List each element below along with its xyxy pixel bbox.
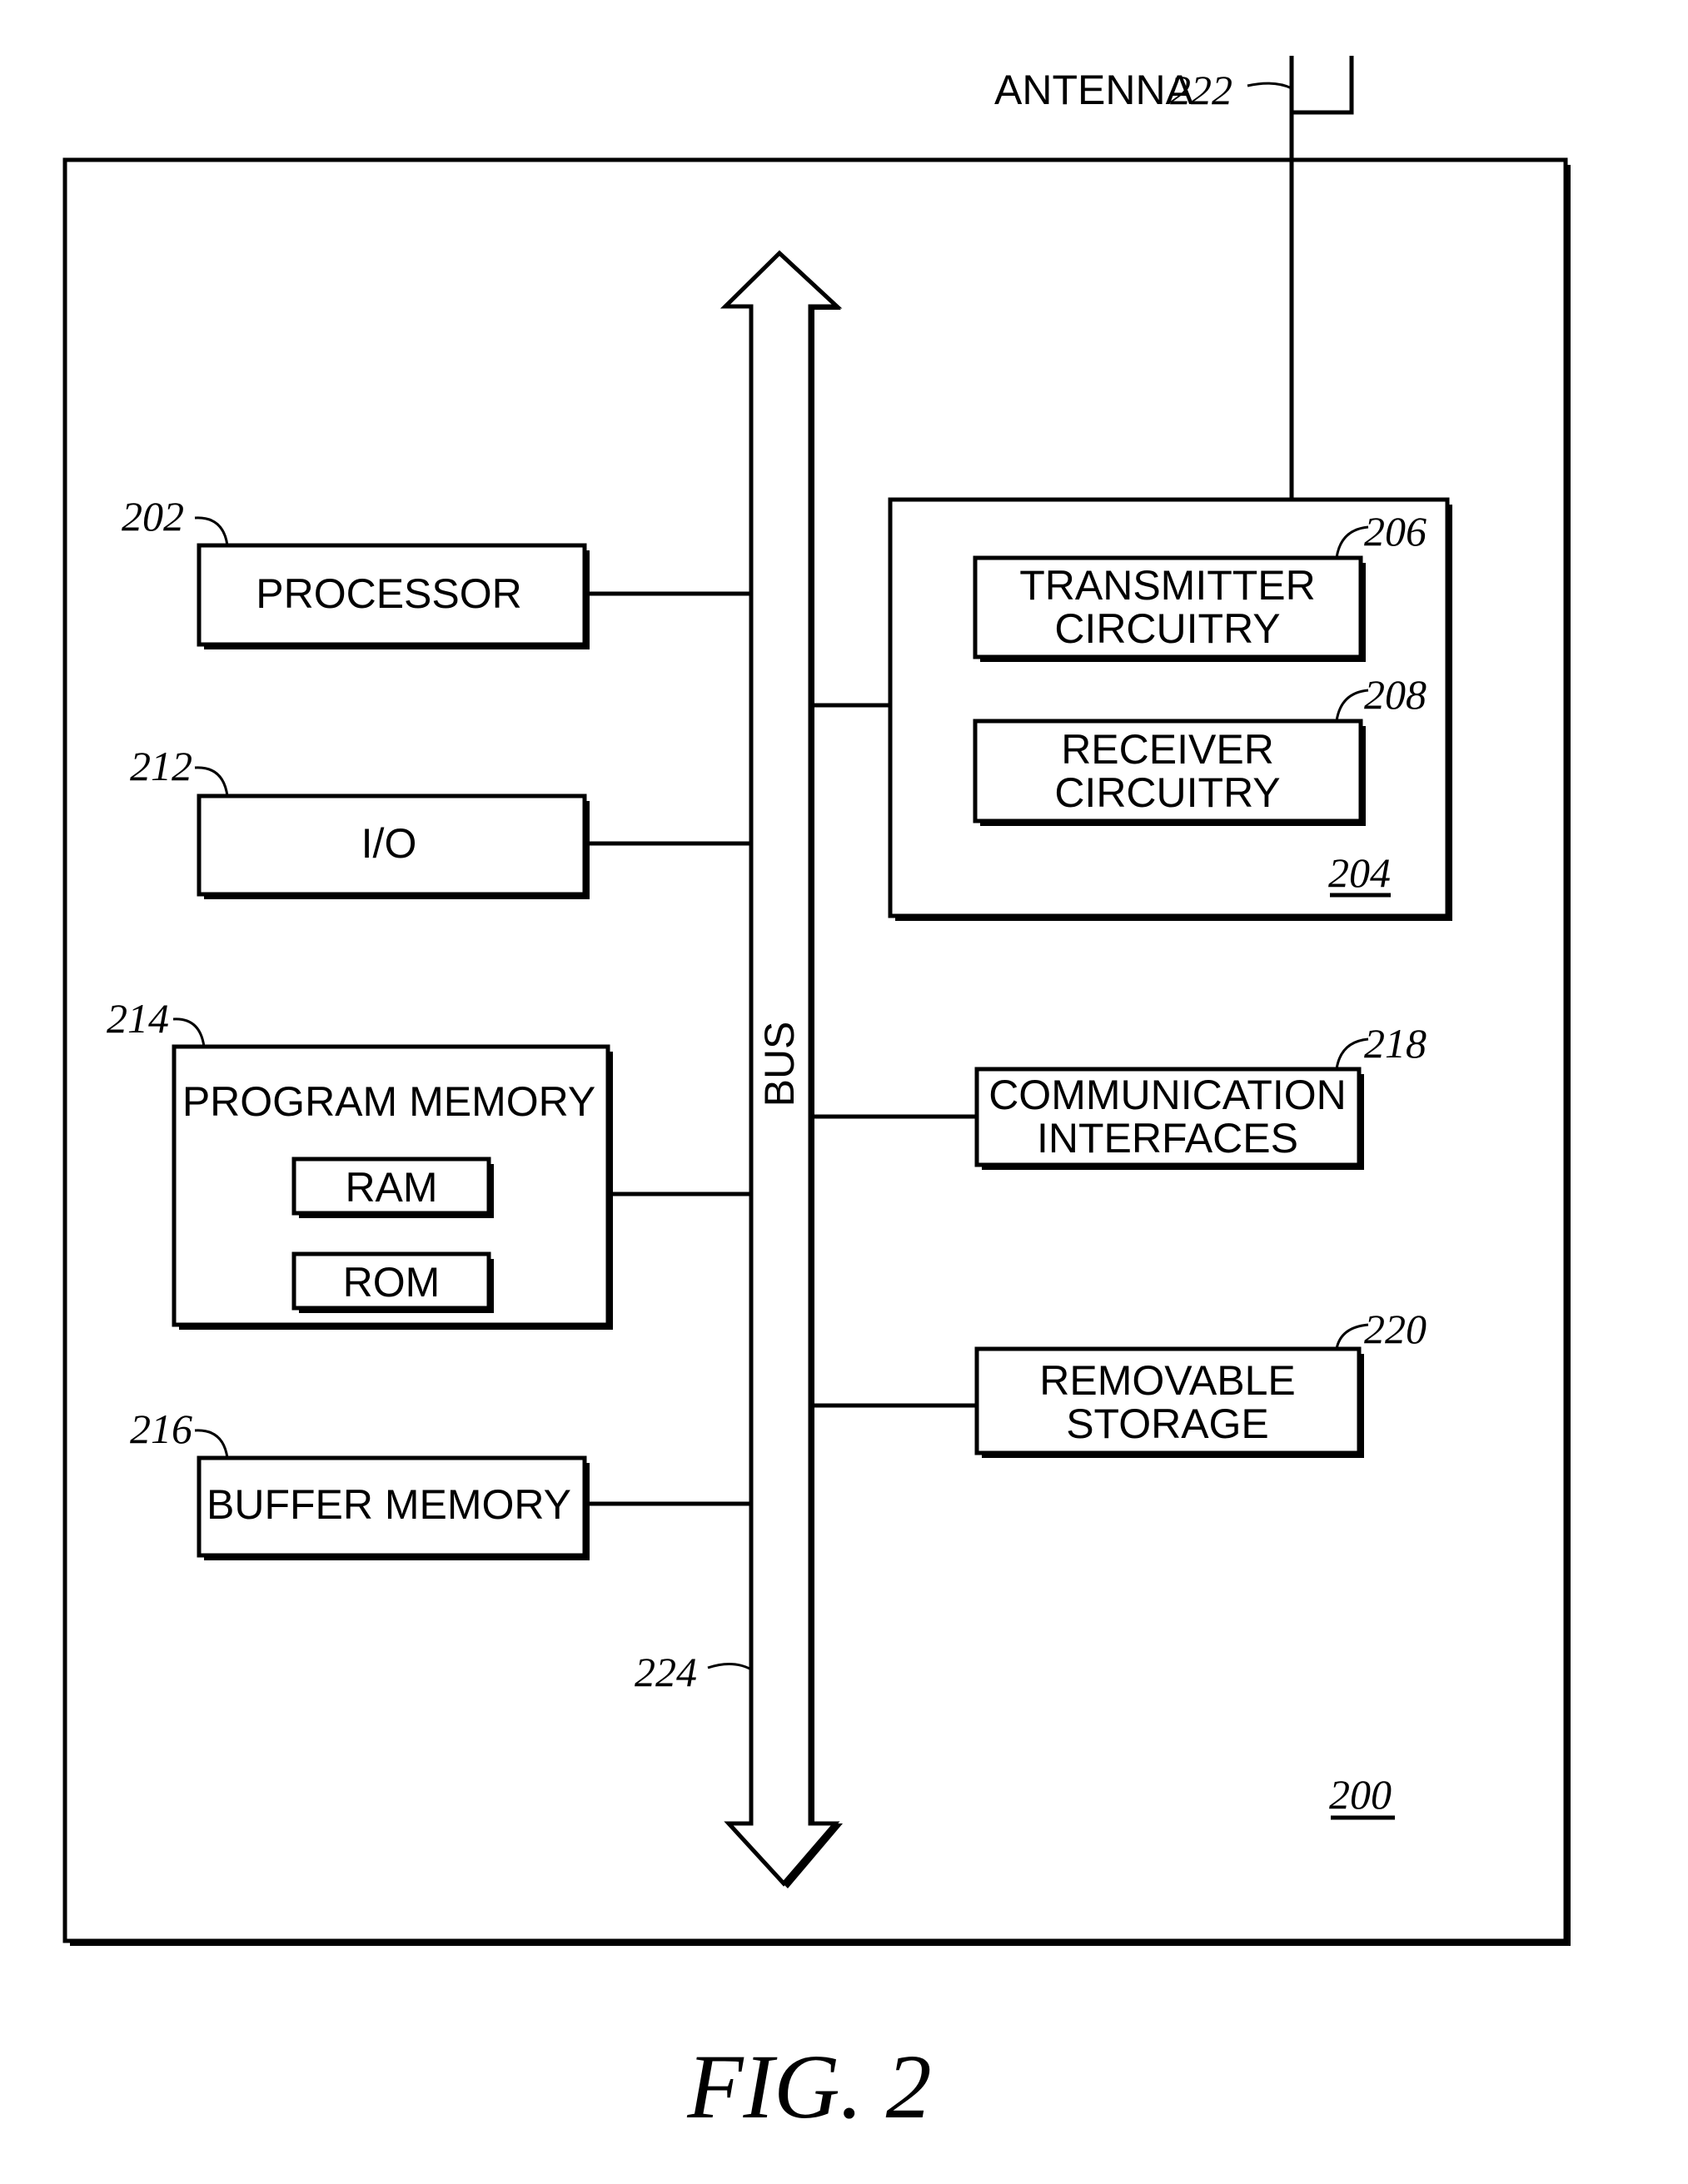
ram-block[interactable]: RAM <box>291 1157 494 1218</box>
receiver-label-line2: CIRCUITRY <box>1054 769 1280 816</box>
bus-ref: 224 <box>635 1649 697 1695</box>
buffer-memory-label: BUFFER MEMORY <box>207 1481 571 1528</box>
transmitter-block[interactable]: TRANSMITTER CIRCUITRY <box>973 555 1366 662</box>
transmitter-label-line1: TRANSMITTER <box>1019 562 1316 609</box>
removable-storage-block[interactable]: REMOVABLE STORAGE <box>974 1346 1364 1458</box>
processor-label: PROCESSOR <box>256 570 522 617</box>
communication-interfaces-label-line1: COMMUNICATION <box>988 1072 1347 1118</box>
communication-interfaces-label-line2: INTERFACES <box>1037 1115 1298 1162</box>
ram-label: RAM <box>345 1164 437 1211</box>
removable-storage-label-line2: STORAGE <box>1066 1400 1269 1447</box>
communication-interfaces-block[interactable]: COMMUNICATION INTERFACES <box>974 1067 1364 1170</box>
processor-ref: 202 <box>122 493 184 540</box>
rom-label: ROM <box>343 1259 441 1306</box>
program-memory-ref: 214 <box>107 995 169 1042</box>
program-memory-block[interactable]: PROGRAM MEMORY RAM ROM <box>172 1044 613 1330</box>
transceiver-ref: 204 <box>1328 849 1391 896</box>
buffer-memory-ref: 216 <box>130 1405 192 1452</box>
io-label: I/O <box>361 820 417 867</box>
removable-storage-ref: 220 <box>1364 1306 1427 1352</box>
removable-storage-label-line1: REMOVABLE <box>1039 1357 1296 1404</box>
program-memory-label: PROGRAM MEMORY <box>182 1078 595 1125</box>
antenna-ref: 222 <box>1170 67 1232 113</box>
io-block[interactable]: I/O <box>197 794 590 899</box>
buffer-memory-block[interactable]: BUFFER MEMORY <box>197 1455 590 1560</box>
figure-caption: FIG. 2 <box>686 2036 931 2137</box>
device-ref: 200 <box>1329 1771 1392 1818</box>
antenna-label: ANTENNA <box>994 67 1194 113</box>
block-diagram: ANTENNA 222 BUS 224 PROCESSOR 202 I/O 21… <box>62 56 1571 2137</box>
transmitter-ref: 206 <box>1364 508 1427 555</box>
transmitter-label-line2: CIRCUITRY <box>1054 605 1280 652</box>
communication-interfaces-ref: 218 <box>1364 1020 1427 1067</box>
receiver-label-line1: RECEIVER <box>1061 726 1274 773</box>
io-ref: 212 <box>130 743 192 789</box>
processor-block[interactable]: PROCESSOR <box>197 543 590 649</box>
bus-label: BUS <box>756 1022 803 1107</box>
rom-block[interactable]: ROM <box>291 1251 494 1313</box>
receiver-block[interactable]: RECEIVER CIRCUITRY <box>973 719 1366 826</box>
receiver-ref: 208 <box>1364 671 1427 718</box>
